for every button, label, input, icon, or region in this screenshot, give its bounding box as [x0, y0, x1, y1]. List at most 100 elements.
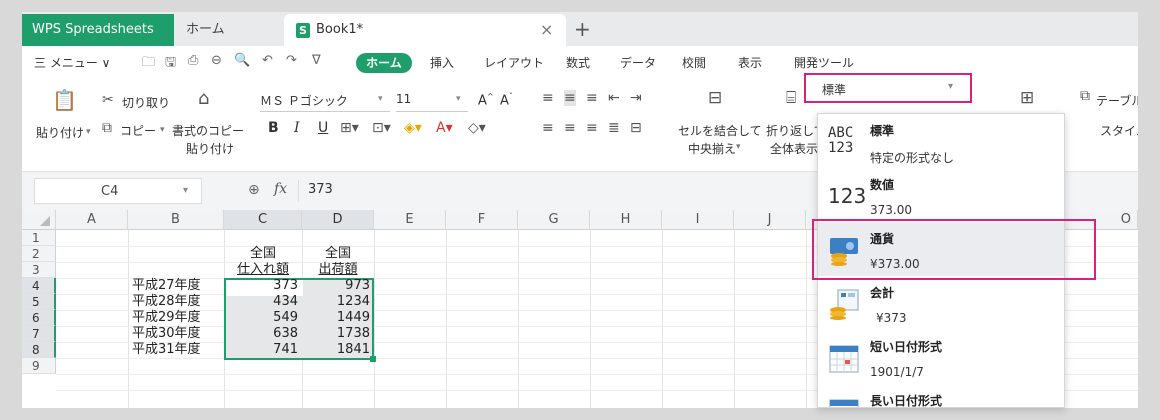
font-color-icon[interactable]: A▾: [436, 120, 453, 136]
zoom-icon[interactable]: 🔍: [234, 53, 250, 68]
align-top-icon[interactable]: ≡: [542, 90, 554, 106]
column-header-g[interactable]: G: [518, 210, 590, 230]
format-option-currency[interactable]: 通貨 ¥373.00: [818, 222, 1064, 276]
align-middle-icon[interactable]: ≡: [564, 90, 576, 106]
paste-button[interactable]: 貼り付け: [36, 124, 84, 141]
cell-b7[interactable]: 平成30年度: [132, 326, 201, 342]
table-button[interactable]: テーブル: [1096, 92, 1138, 109]
cell-b6[interactable]: 平成29年度: [132, 310, 201, 326]
column-header-c[interactable]: C: [224, 210, 302, 230]
distributed-icon[interactable]: ⊟: [630, 120, 642, 136]
column-header-e[interactable]: E: [374, 210, 446, 230]
cell-style-icon[interactable]: ⊡▾: [372, 120, 391, 136]
cell-c3[interactable]: 仕入れ額: [224, 262, 302, 278]
cell-style-button[interactable]: スタイル: [1100, 122, 1138, 139]
open-icon[interactable]: 🗀: [142, 53, 155, 75]
tab-home[interactable]: ホーム: [174, 14, 282, 46]
cell-c6[interactable]: 549: [224, 310, 298, 326]
align-center-icon[interactable]: ≡: [564, 120, 576, 136]
menu-tab-data[interactable]: データ: [620, 54, 656, 71]
indent-icon[interactable]: ⇥: [630, 90, 642, 106]
chevron-down-icon[interactable]: ▾: [736, 142, 741, 152]
column-header-a[interactable]: A: [56, 210, 128, 230]
column-header-d[interactable]: D: [302, 210, 374, 230]
cut-button[interactable]: 切り取り: [122, 94, 170, 111]
row-header[interactable]: 5: [22, 294, 56, 310]
chevron-down-icon[interactable]: ▾: [86, 127, 91, 137]
fill-color-icon[interactable]: ◈▾: [404, 120, 422, 136]
format-option-general[interactable]: ABC 123 標準 特定の形式なし: [818, 114, 1064, 168]
function-icon[interactable]: fx: [274, 181, 287, 197]
tab-wps-spreadsheets[interactable]: WPS Spreadsheets: [22, 14, 174, 46]
cell-d4[interactable]: 973: [302, 278, 370, 294]
cell-d8[interactable]: 1841: [302, 342, 370, 358]
fill-handle[interactable]: [370, 356, 376, 362]
justify-icon[interactable]: ≣: [608, 120, 620, 136]
format-option-long-date[interactable]: 長い日付形式: [818, 384, 1064, 407]
row-header[interactable]: 1: [22, 230, 56, 246]
redo-icon[interactable]: ↷: [286, 53, 297, 68]
column-header-j[interactable]: J: [734, 210, 806, 230]
print-icon[interactable]: ⎙: [188, 53, 198, 68]
format-painter-icon[interactable]: ⌂: [198, 88, 209, 109]
merge-center-button[interactable]: セルを結合して: [678, 122, 762, 139]
table-format-icon[interactable]: ⧉: [1080, 88, 1090, 104]
paste-icon[interactable]: 📋: [52, 88, 77, 112]
cell-c7[interactable]: 638: [224, 326, 298, 342]
formula-input[interactable]: 373: [308, 182, 333, 197]
font-size-select[interactable]: 11 ▾: [396, 92, 468, 112]
cell-d5[interactable]: 1234: [302, 294, 370, 310]
cell-d7[interactable]: 1738: [302, 326, 370, 342]
row-header[interactable]: 2: [22, 246, 56, 262]
row-header[interactable]: 6: [22, 310, 56, 326]
menu-tab-view[interactable]: 表示: [738, 54, 762, 71]
cell-b5[interactable]: 平成28年度: [132, 294, 201, 310]
customize-icon[interactable]: ∇: [312, 53, 321, 68]
merge-center-icon[interactable]: ⊟: [708, 88, 722, 108]
column-header-i[interactable]: I: [662, 210, 734, 230]
save-icon[interactable]: 🖫: [165, 53, 176, 75]
close-icon[interactable]: ×: [540, 14, 553, 46]
tab-book1[interactable]: S Book1* ×: [284, 14, 566, 46]
cell-c5[interactable]: 434: [224, 294, 298, 310]
column-header-f[interactable]: F: [446, 210, 518, 230]
align-left-icon[interactable]: ≡: [542, 120, 554, 136]
name-box[interactable]: C4 ▾: [34, 178, 202, 204]
menu-tab-formulas[interactable]: 数式: [566, 54, 590, 71]
underline-button[interactable]: U: [318, 120, 328, 136]
number-format-select[interactable]: 標準 ▾: [804, 73, 972, 103]
italic-button[interactable]: I: [294, 120, 300, 136]
format-option-short-date[interactable]: 短い日付形式 1901/1/7: [818, 330, 1064, 384]
format-painter-label[interactable]: 書式のコピー: [172, 122, 244, 139]
main-menu-button[interactable]: 三 メニュー ∨: [34, 54, 110, 71]
menu-tab-layout[interactable]: レイアウト: [484, 54, 544, 71]
undo-icon[interactable]: ↶: [262, 53, 273, 68]
column-header-b[interactable]: B: [128, 210, 224, 230]
menu-tab-home[interactable]: ホーム: [356, 53, 412, 73]
cell-c8[interactable]: 741: [224, 342, 298, 358]
cell-d3[interactable]: 出荷額: [302, 262, 374, 278]
align-right-icon[interactable]: ≡: [586, 120, 598, 136]
format-option-accounting[interactable]: 会計 ¥373: [818, 276, 1064, 330]
chevron-down-icon[interactable]: ▾: [160, 125, 165, 135]
new-tab-button[interactable]: +: [574, 14, 591, 44]
cell-c4[interactable]: 373: [224, 278, 298, 294]
cell-c2[interactable]: 全国: [224, 246, 302, 262]
zoom-icon[interactable]: ⊕: [248, 182, 260, 198]
wrap-text-icon[interactable]: ⌸: [786, 88, 796, 108]
cell-d6[interactable]: 1449: [302, 310, 370, 326]
outdent-icon[interactable]: ⇤: [608, 90, 620, 106]
select-all-corner[interactable]: [22, 210, 56, 230]
border-icon[interactable]: ⊞▾: [340, 120, 359, 136]
menu-tab-insert[interactable]: 挿入: [430, 54, 454, 71]
print-preview-icon[interactable]: ⊖: [211, 53, 222, 68]
menu-tab-review[interactable]: 校閲: [682, 54, 706, 71]
menu-tab-developer[interactable]: 開発ツール: [794, 54, 854, 71]
row-header[interactable]: 4: [22, 278, 56, 294]
cell-d2[interactable]: 全国: [302, 246, 374, 262]
cell-b4[interactable]: 平成27年度: [132, 278, 201, 294]
row-header[interactable]: 8: [22, 342, 56, 358]
align-bottom-icon[interactable]: ≡: [586, 90, 598, 106]
table-icon[interactable]: ⊞: [1020, 88, 1034, 108]
cell-b8[interactable]: 平成31年度: [132, 342, 201, 358]
